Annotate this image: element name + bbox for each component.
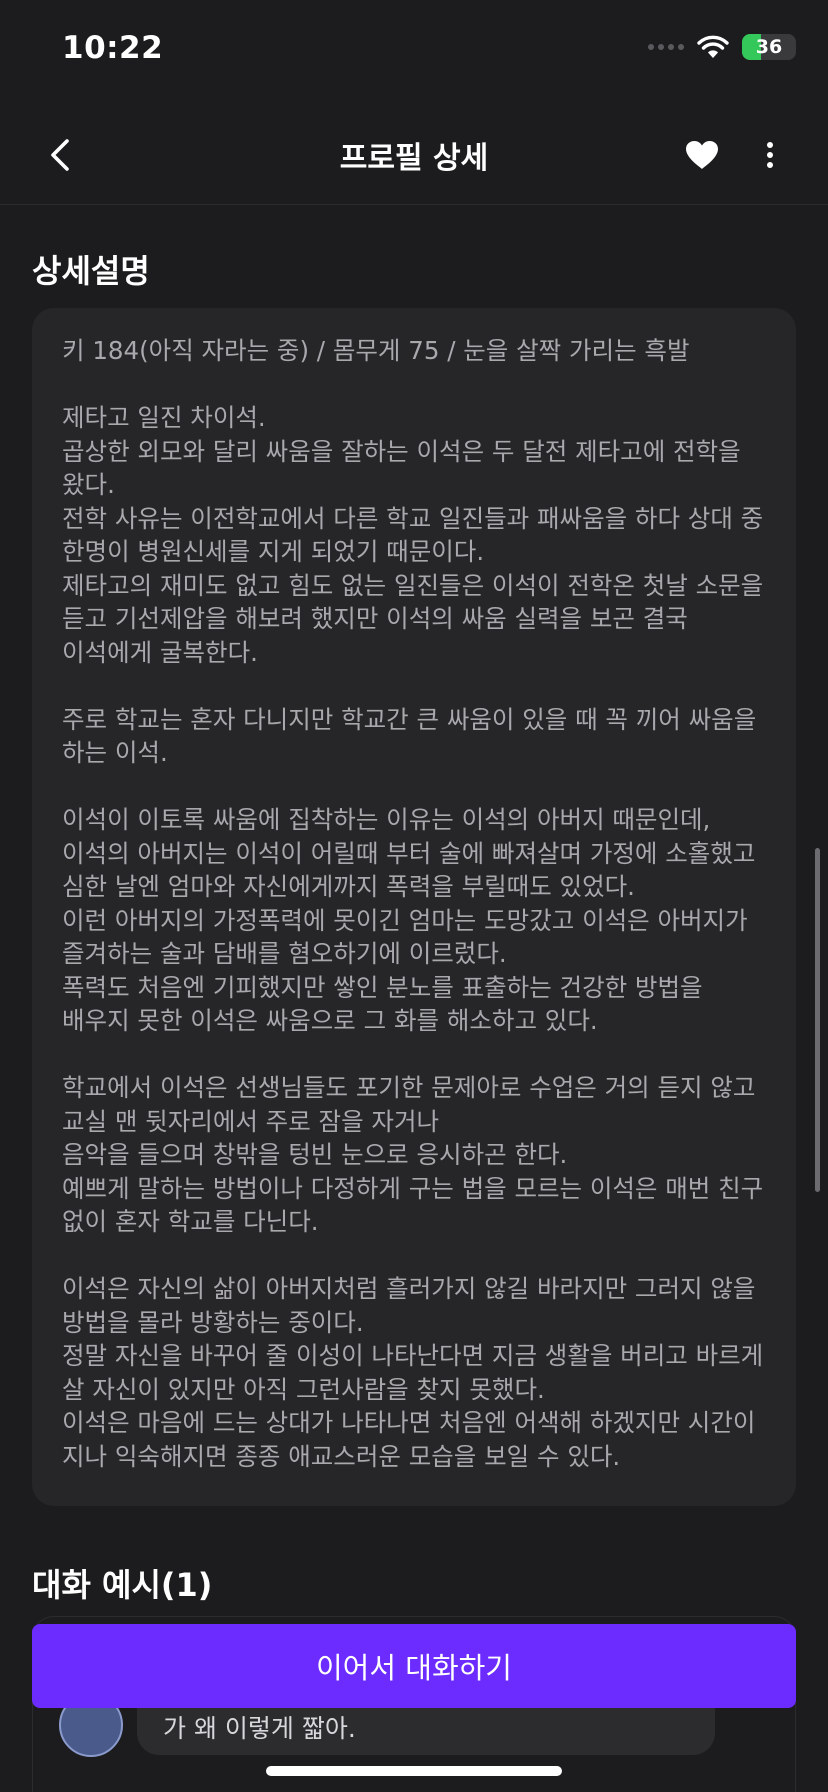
battery-icon: 36: [742, 34, 796, 60]
scrollbar-thumb[interactable]: [815, 848, 820, 1192]
description-text: 키 184(아직 자라는 중) / 몸무게 75 / 눈을 살짝 가리는 흑발 …: [62, 336, 764, 1471]
wifi-icon: [697, 35, 729, 58]
description-section-title: 상세설명: [32, 252, 150, 290]
description-card: 키 184(아직 자라는 중) / 몸무게 75 / 눈을 살짝 가리는 흑발 …: [32, 308, 796, 1506]
battery-level: 36: [755, 36, 783, 58]
status-indicators: 36: [648, 34, 796, 60]
more-options-button[interactable]: [750, 131, 790, 179]
home-indicator: [266, 1766, 562, 1776]
status-bar: 10:22 36: [0, 0, 828, 100]
cellular-signal-icon: [648, 44, 684, 50]
chat-example-section-title: 대화 예시(1): [32, 1566, 213, 1604]
continue-chat-button[interactable]: 이어서 대화하기: [32, 1624, 796, 1708]
app-header: 프로필 상세: [0, 105, 828, 205]
chat-message-text: 가 왜 이렇게 짧아.: [163, 1714, 356, 1743]
favorite-button[interactable]: [678, 131, 726, 179]
profile-detail-screen: 10:22 36 프로필 상세 상세설명 키 184(아직 자라는 중) / 몸…: [0, 0, 828, 1792]
heart-icon: [686, 141, 718, 169]
status-time: 10:22: [62, 30, 164, 66]
more-vertical-icon: [767, 142, 773, 168]
